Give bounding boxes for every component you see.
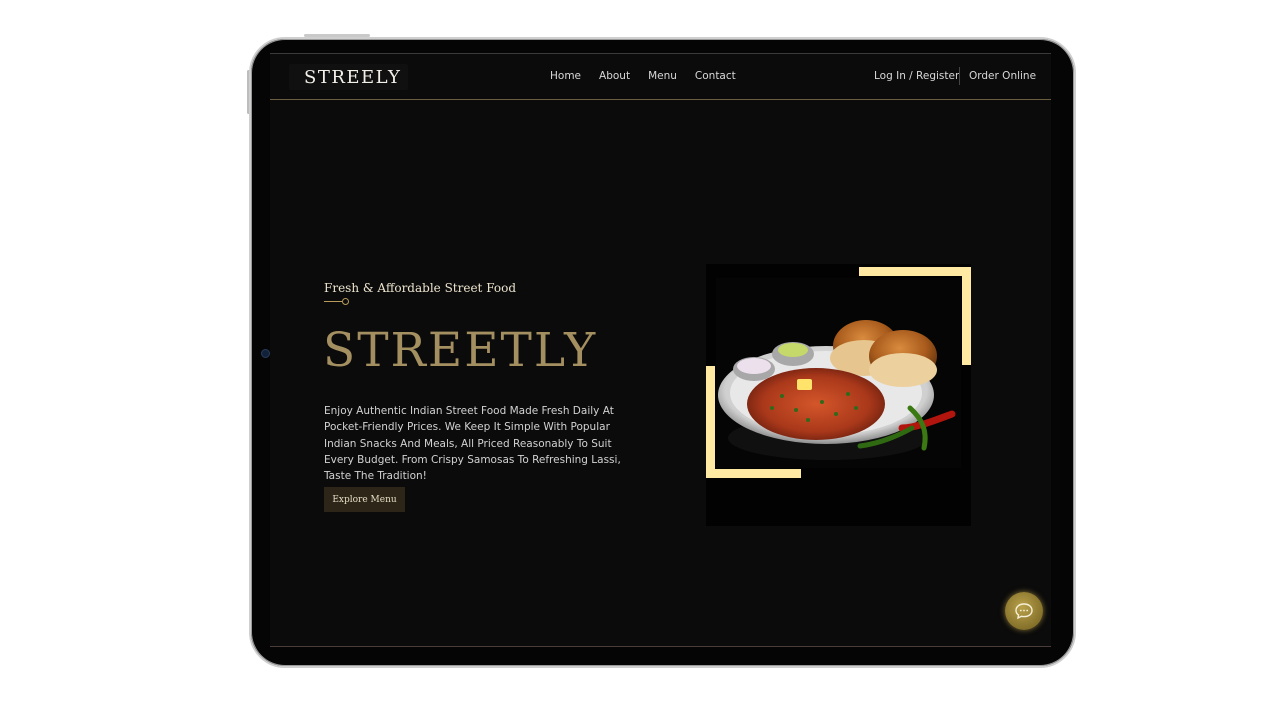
brand-logo[interactable]: STREELY [304, 67, 401, 88]
login-register-link[interactable]: Log In / Register [874, 70, 959, 82]
nav-contact[interactable]: Contact [695, 70, 736, 82]
chat-bubble-icon [1015, 603, 1033, 620]
nav-about[interactable]: About [599, 70, 630, 82]
camera-dot [261, 349, 270, 358]
frame-accent-top [859, 267, 971, 276]
screen-bottom-border [270, 646, 1051, 647]
order-online-link[interactable]: Order Online [969, 70, 1036, 82]
frame-accent-left [706, 366, 715, 478]
nav-links: Home About Menu Contact [550, 70, 736, 82]
pav-bhaji-photo [716, 278, 961, 468]
hero-title: STREETLY [323, 323, 598, 378]
navbar: STREELY Home About Menu Contact Log In /… [270, 53, 1051, 100]
explore-menu-button[interactable]: Explore Menu [324, 487, 405, 512]
frame-accent-right [962, 267, 971, 365]
frame-accent-bottom [706, 469, 801, 478]
website-screen: STREELY Home About Menu Contact Log In /… [270, 53, 1051, 647]
hero-description: Enjoy Authentic Indian Street Food Made … [324, 405, 621, 483]
nav-divider [959, 67, 960, 85]
hero-tagline: Fresh & Affordable Street Food [324, 281, 516, 295]
nav-menu[interactable]: Menu [648, 70, 677, 82]
nav-home[interactable]: Home [550, 70, 581, 82]
chat-button[interactable] [1005, 592, 1043, 630]
